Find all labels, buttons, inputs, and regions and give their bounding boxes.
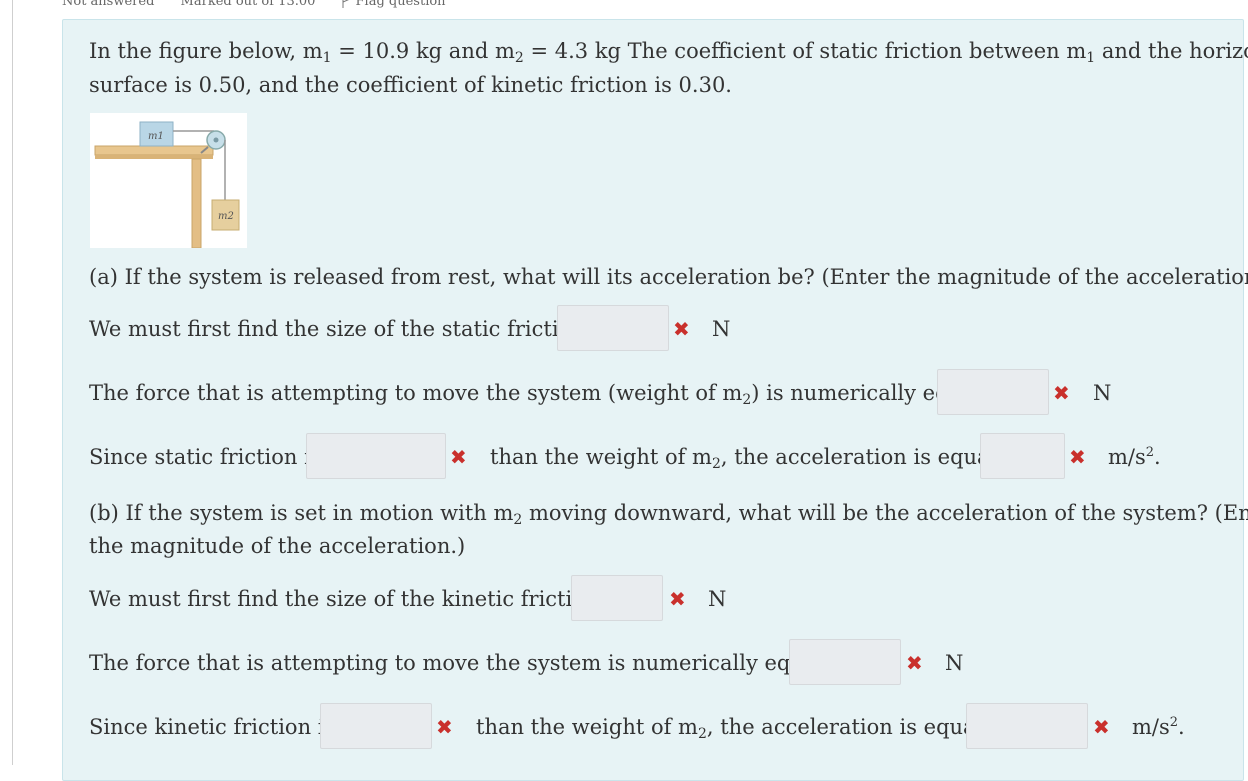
flag-question-link[interactable]: Flag question [342,0,468,9]
incorrect-icon: ✖ [906,651,923,675]
incorrect-icon: ✖ [1069,445,1086,469]
left-border [0,0,13,765]
static-friction-label: We must first find the size of the stati… [89,317,592,341]
part-b-prompt-line1: (b) If the system is set in motion with … [89,501,1248,528]
question-info: Not answered Marked out of 13.00 Flag qu… [62,0,490,14]
flag-icon [342,0,348,8]
part-b-prompt-line2: the magnitude of the acceleration.) [89,534,466,558]
incorrect-icon: ✖ [669,587,686,611]
than-weight-label-a: than the weight of m2, the acceleration … [490,445,1025,472]
flag-question-label: Flag question [355,0,446,9]
question-intro-line2: surface is 0.50, and the coefficient of … [89,73,732,97]
question-panel: In the figure below, m1 = 10.9 kg and m2… [62,19,1248,781]
part-a-prompt: (a) If the system is released from rest,… [89,265,1248,289]
incorrect-icon: ✖ [450,445,467,469]
kinetic-friction-label: We must first find the size of the kinet… [89,587,606,611]
than-weight-label-b: than the weight of m2, the acceleration … [476,715,1011,742]
kinetic-friction-input[interactable] [571,575,663,621]
acceleration-input-a[interactable] [980,433,1065,479]
unit-accel: m/s2. [1132,715,1185,739]
unit-newton: N [945,651,964,675]
force-label-b: The force that is attempting to move the… [89,651,851,675]
static-friction-input[interactable] [557,305,669,351]
force-input-b[interactable] [789,639,901,685]
incorrect-icon: ✖ [1093,715,1110,739]
acceleration-input-b[interactable] [966,703,1088,749]
pulley-diagram: m1 m2 [94,121,240,249]
answer-status: Not answered [62,0,155,9]
since-kinetic-label: Since kinetic friction is [89,715,336,739]
force-input-a[interactable] [937,369,1049,415]
unit-accel: m/s2. [1108,445,1161,469]
m2-label: m2 [218,211,234,222]
incorrect-icon: ✖ [1053,381,1070,405]
incorrect-icon: ✖ [673,317,690,341]
force-label-a: The force that is attempting to move the… [89,381,1010,408]
kinetic-comparison-input[interactable] [320,703,432,749]
unit-newton: N [1093,381,1112,405]
pulley-figure: m1 m2 [90,113,247,249]
question-intro-line1: In the figure below, m1 = 10.9 kg and m2… [89,39,1248,66]
unit-newton: N [712,317,731,341]
static-comparison-input[interactable] [306,433,446,479]
marks-info: Marked out of 13.00 [180,0,316,9]
m1-label: m1 [148,131,164,142]
since-static-label: Since static friction is [89,445,322,469]
incorrect-icon: ✖ [436,715,453,739]
unit-newton: N [708,587,727,611]
